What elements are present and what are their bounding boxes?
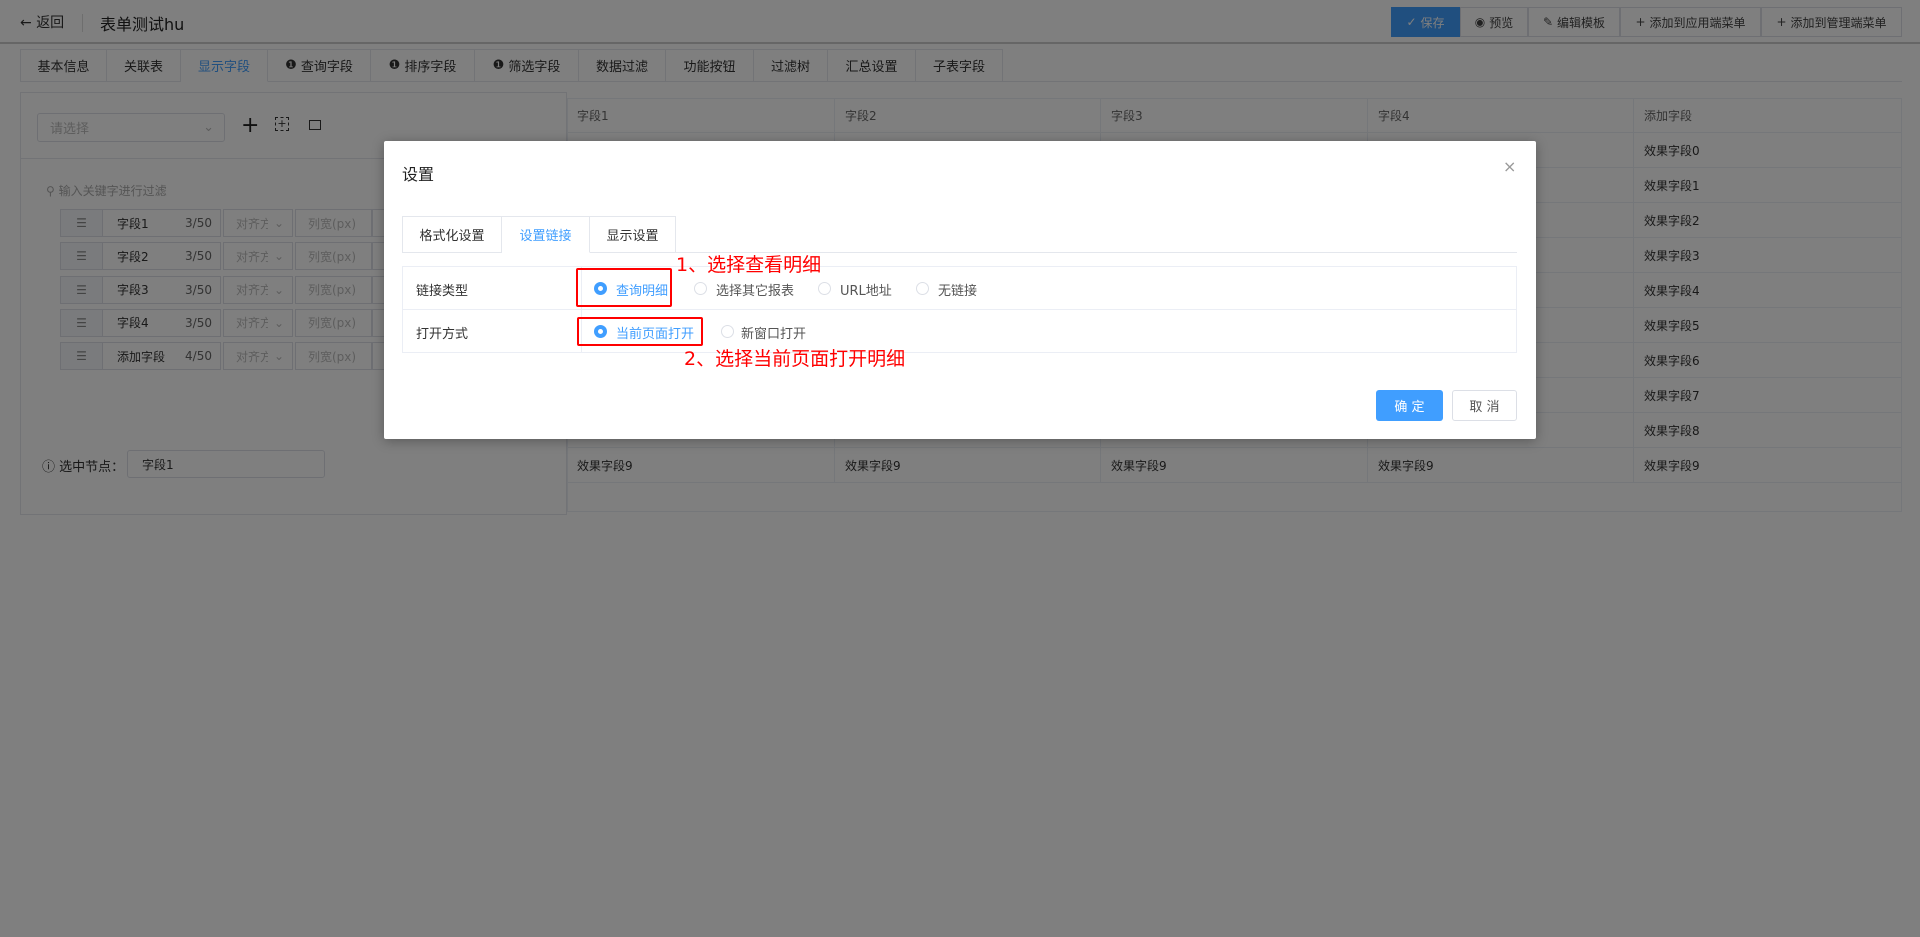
tab-link-settings[interactable]: 设置链接	[502, 216, 590, 253]
radio-label: 无链接	[938, 284, 978, 299]
radio-no-link[interactable]	[916, 282, 929, 295]
open-mode-label: 打开方式	[416, 327, 469, 342]
confirm-button[interactable]: 确 定	[1376, 390, 1443, 421]
annotation-step-1: 1、选择查看明细	[676, 254, 822, 276]
dialog-title: 设置	[402, 165, 435, 184]
radio-other-report[interactable]	[694, 282, 707, 295]
tab-format-settings[interactable]: 格式化设置	[402, 216, 502, 253]
highlight-box	[577, 317, 703, 346]
radio-label: 选择其它报表	[716, 284, 795, 299]
radio-new-window[interactable]	[721, 325, 734, 338]
radio-url[interactable]	[818, 282, 831, 295]
highlight-box	[576, 268, 672, 307]
link-type-label: 链接类型	[416, 284, 469, 299]
close-icon[interactable]: ×	[1503, 157, 1516, 176]
annotation-step-2: 2、选择当前页面打开明细	[684, 348, 906, 370]
cancel-button[interactable]: 取 消	[1452, 390, 1517, 421]
radio-label: URL地址	[840, 284, 892, 299]
settings-dialog: 设置 × 格式化设置 设置链接 显示设置 链接类型 打开方式 查询明细 选择其它…	[384, 141, 1536, 439]
radio-label: 新窗口打开	[741, 327, 807, 342]
tab-display-settings[interactable]: 显示设置	[590, 216, 676, 253]
divider	[402, 309, 1517, 310]
